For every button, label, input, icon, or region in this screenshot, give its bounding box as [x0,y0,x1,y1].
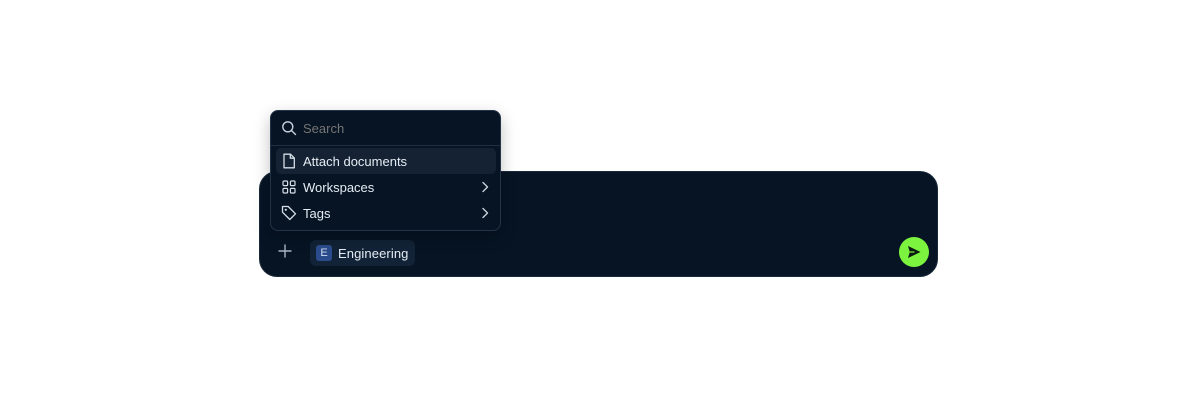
document-icon [281,153,297,169]
workspace-badge: E [316,245,332,261]
menu-item-workspaces[interactable]: Workspaces [276,174,496,200]
menu-item-label: Workspaces [303,179,375,195]
grid-icon [281,179,297,195]
search-icon [281,120,297,136]
menu-item-tags[interactable]: Tags [276,200,496,226]
menu-item-label: Attach documents [303,153,408,169]
send-icon [908,246,921,258]
chevron-right-icon [482,207,489,219]
menu-search[interactable] [271,111,500,146]
workspace-chip-label: Engineering [338,245,409,261]
send-button[interactable] [899,237,929,267]
tag-icon [281,205,297,221]
menu-item-attach-documents[interactable]: Attach documents [276,148,496,174]
menu-search-input[interactable] [303,120,473,136]
menu-item-label: Tags [303,205,331,221]
stage: E Engineering Search Attach documents Wo… [0,0,1200,400]
plus-icon [278,244,292,258]
chevron-right-icon [482,181,489,193]
workspace-chip[interactable]: E Engineering [310,240,415,266]
add-button[interactable] [276,242,294,260]
attach-menu: Attach documents Workspaces [270,110,501,231]
